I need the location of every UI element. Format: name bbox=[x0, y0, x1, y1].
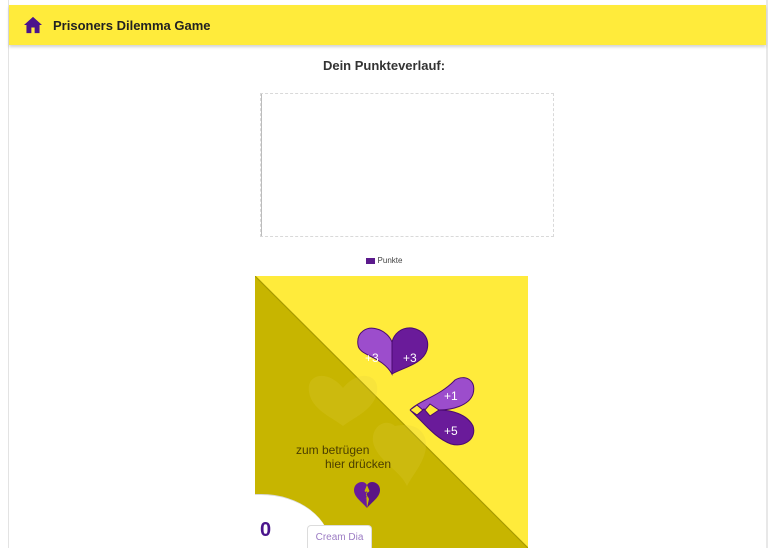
player-name: Cream Dia bbox=[315, 531, 364, 543]
betray-instruction: zum betrügen hier drücken bbox=[296, 443, 436, 471]
legend-swatch bbox=[365, 257, 375, 264]
left-frame bbox=[0, 0, 9, 548]
home-icon[interactable] bbox=[23, 16, 43, 34]
player-score: 0 bbox=[260, 519, 272, 541]
app-header: Prisoners Dilemma Game bbox=[9, 5, 766, 45]
cooperate-right-value: +3 bbox=[403, 351, 417, 365]
app-title: Prisoners Dilemma Game bbox=[53, 17, 211, 33]
history-title: Dein Punkteverlauf: bbox=[322, 58, 446, 73]
cooperate-left-value: +3 bbox=[365, 351, 379, 365]
score-history-chart bbox=[260, 93, 554, 237]
broken-heart-icon[interactable] bbox=[353, 481, 381, 509]
betray-line-2: hier drücken bbox=[325, 457, 392, 471]
legend-label: Punkte bbox=[377, 256, 403, 265]
chart-y-axis bbox=[261, 94, 262, 236]
betray-self-value: +5 bbox=[444, 424, 458, 438]
betray-opponent-value: +1 bbox=[444, 389, 458, 403]
betray-line-1: zum betrügen bbox=[296, 443, 370, 457]
player-name-tag: Cream Dia bbox=[307, 525, 372, 548]
chart-legend: Punkte bbox=[0, 256, 768, 265]
